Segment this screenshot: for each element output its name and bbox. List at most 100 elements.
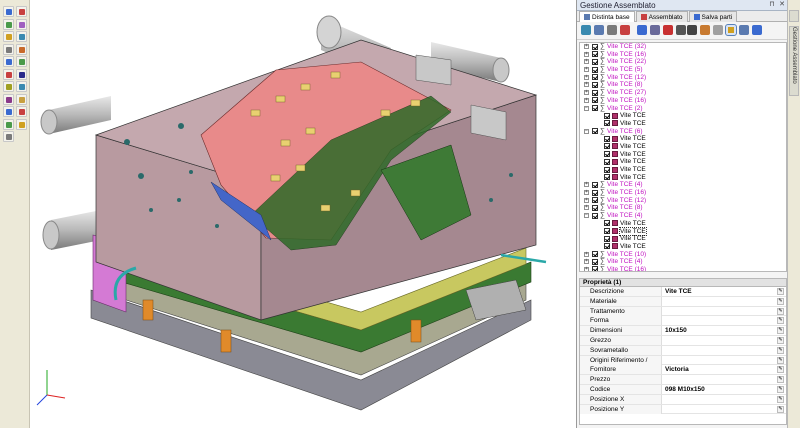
edit-property-icon[interactable]: ✎: [777, 327, 784, 335]
expand-icon[interactable]: +: [584, 205, 589, 211]
visibility-checkbox[interactable]: [604, 166, 610, 173]
tree-group-row[interactable]: + ∑ Vite TCE (8): [580, 81, 786, 89]
expand-icon[interactable]: +: [584, 59, 589, 65]
visibility-checkbox[interactable]: [604, 158, 610, 165]
tree-group-row[interactable]: + ∑ Vite TCE (8): [580, 204, 786, 212]
edit-property-icon[interactable]: ✎: [777, 395, 784, 403]
tab-assemblato[interactable]: Assemblato: [635, 11, 688, 22]
tree-leaf-row[interactable]: Vite TCE: [580, 226, 786, 236]
property-row[interactable]: Origini Riferimento / Elettrodo ✎: [580, 355, 786, 373]
visibility-checkbox[interactable]: [604, 151, 610, 158]
visibility-checkbox[interactable]: [592, 181, 598, 188]
property-row[interactable]: Materiale ✎: [580, 296, 786, 307]
settings-icon[interactable]: [739, 25, 749, 35]
export-icon[interactable]: [752, 25, 762, 35]
expand-icon[interactable]: +: [584, 266, 589, 271]
edit-icon[interactable]: [725, 24, 737, 36]
edit-property-icon[interactable]: ✎: [777, 307, 784, 315]
edit-property-icon[interactable]: ✎: [777, 336, 784, 344]
tree-leaf-row[interactable]: Vite TCE: [580, 112, 786, 120]
expand-icon[interactable]: +: [584, 197, 589, 203]
visibility-checkbox[interactable]: [592, 212, 598, 219]
show-button[interactable]: [16, 68, 27, 80]
light-button[interactable]: [3, 81, 14, 92]
visibility-checkbox[interactable]: [604, 235, 610, 242]
edit-property-icon[interactable]: ✎: [777, 346, 784, 354]
property-value[interactable]: [665, 395, 771, 404]
edit-property-icon[interactable]: ✎: [777, 405, 784, 413]
visibility-checkbox[interactable]: [592, 89, 598, 96]
collapse-icon[interactable]: −: [584, 213, 589, 219]
edit-property-icon[interactable]: ✎: [777, 288, 784, 295]
tree-group-row[interactable]: + ∑ Vite TCE (16): [580, 97, 786, 105]
tree-leaf-row[interactable]: Vite TCE: [580, 220, 786, 228]
visibility-checkbox[interactable]: [592, 74, 598, 81]
filter-button[interactable]: [16, 81, 27, 92]
visibility-checkbox[interactable]: [592, 66, 598, 73]
bom-tree[interactable]: + ∑ Vite TCE (32) + ∑ Vite TCE (16) + ∑ Vite TCE…: [579, 42, 787, 272]
collapse-icon[interactable]: −: [584, 128, 589, 134]
edit-property-icon[interactable]: ✎: [777, 376, 784, 384]
table-icon[interactable]: [700, 25, 710, 35]
tree-group-row[interactable]: + ∑ Vite TCE (4): [580, 181, 786, 189]
color-button[interactable]: [16, 56, 27, 67]
visibility-checkbox[interactable]: [592, 204, 598, 211]
tree-group-row[interactable]: + ∑ Vite TCE (22): [580, 58, 786, 66]
property-value[interactable]: 098 M10x150: [665, 385, 771, 394]
copy-button[interactable]: [3, 118, 14, 130]
tree-leaf-row[interactable]: Vite TCE: [580, 120, 786, 128]
property-row[interactable]: Descrizione Vite TCE ✎: [580, 287, 786, 297]
tree-group-row[interactable]: + ∑ Vite TCE (32): [580, 43, 786, 51]
copy-icon[interactable]: [594, 25, 604, 35]
expand-icon[interactable]: +: [584, 82, 589, 88]
property-value[interactable]: 10x150: [665, 326, 771, 335]
property-row[interactable]: Sovrametallo ✎: [580, 345, 786, 356]
layer-button[interactable]: [3, 56, 14, 67]
collapse-icon[interactable]: −: [584, 105, 589, 111]
visibility-checkbox[interactable]: [592, 97, 598, 104]
property-value[interactable]: [665, 307, 771, 316]
property-value[interactable]: [665, 297, 771, 306]
fit-button[interactable]: [3, 31, 14, 42]
tree-group-row[interactable]: + ∑ Vite TCE (5): [580, 66, 786, 74]
tree-group-row[interactable]: − ∑ Vite TCE (6): [580, 128, 786, 136]
property-row[interactable]: Dimensioni 10x150 ✎: [580, 326, 786, 336]
tab-salva-parti[interactable]: Salva parti: [688, 11, 738, 22]
measure-button[interactable]: [16, 43, 27, 55]
property-value[interactable]: [665, 405, 771, 414]
tree-group-row[interactable]: − ∑ Vite TCE (2): [580, 105, 786, 113]
tree-leaf-row[interactable]: Vite TCE: [580, 135, 786, 143]
visibility-checkbox[interactable]: [604, 174, 610, 181]
filter-icon[interactable]: [650, 25, 660, 35]
edit-property-icon[interactable]: ✎: [777, 297, 784, 305]
tree-group-row[interactable]: + ∑ Vite TCE (4): [580, 258, 786, 266]
visibility-checkbox[interactable]: [592, 81, 598, 88]
lock-button[interactable]: [16, 118, 27, 130]
visibility-checkbox[interactable]: [592, 197, 598, 204]
property-value[interactable]: [665, 375, 771, 384]
tree-leaf-row[interactable]: Vite TCE: [580, 174, 786, 182]
expand-icon[interactable]: +: [584, 97, 589, 103]
tree-group-row[interactable]: + ∑ Vite TCE (27): [580, 89, 786, 97]
visibility-checkbox[interactable]: [592, 128, 598, 135]
property-row[interactable]: Codice 098 M10x150 ✎: [580, 384, 786, 395]
expand-icon[interactable]: +: [584, 74, 589, 80]
tree-group-row[interactable]: + ∑ Vite TCE (10): [580, 251, 786, 259]
property-row[interactable]: Forma ✎: [580, 316, 786, 327]
tree-leaf-row[interactable]: Vite TCE: [580, 151, 786, 159]
tree-group-row[interactable]: + ∑ Vite TCE (12): [580, 74, 786, 82]
delete-icon[interactable]: [620, 25, 630, 35]
tree-group-row[interactable]: + ∑ Vite TCE (16): [580, 189, 786, 197]
tree-leaf-row[interactable]: Vite TCE: [580, 235, 786, 243]
expand-icon[interactable]: +: [584, 251, 589, 257]
side-tab-label[interactable]: Gestione Assemblato: [789, 26, 799, 96]
tree-leaf-row[interactable]: Vite TCE: [580, 243, 786, 251]
visibility-checkbox[interactable]: [604, 120, 610, 127]
expand-icon[interactable]: +: [584, 90, 589, 96]
visibility-checkbox[interactable]: [592, 51, 598, 58]
property-value[interactable]: [665, 346, 771, 355]
zoom-button[interactable]: [3, 18, 14, 30]
rotate-button[interactable]: [16, 6, 27, 17]
expand-icon[interactable]: +: [584, 190, 589, 196]
view-button[interactable]: [16, 31, 27, 42]
